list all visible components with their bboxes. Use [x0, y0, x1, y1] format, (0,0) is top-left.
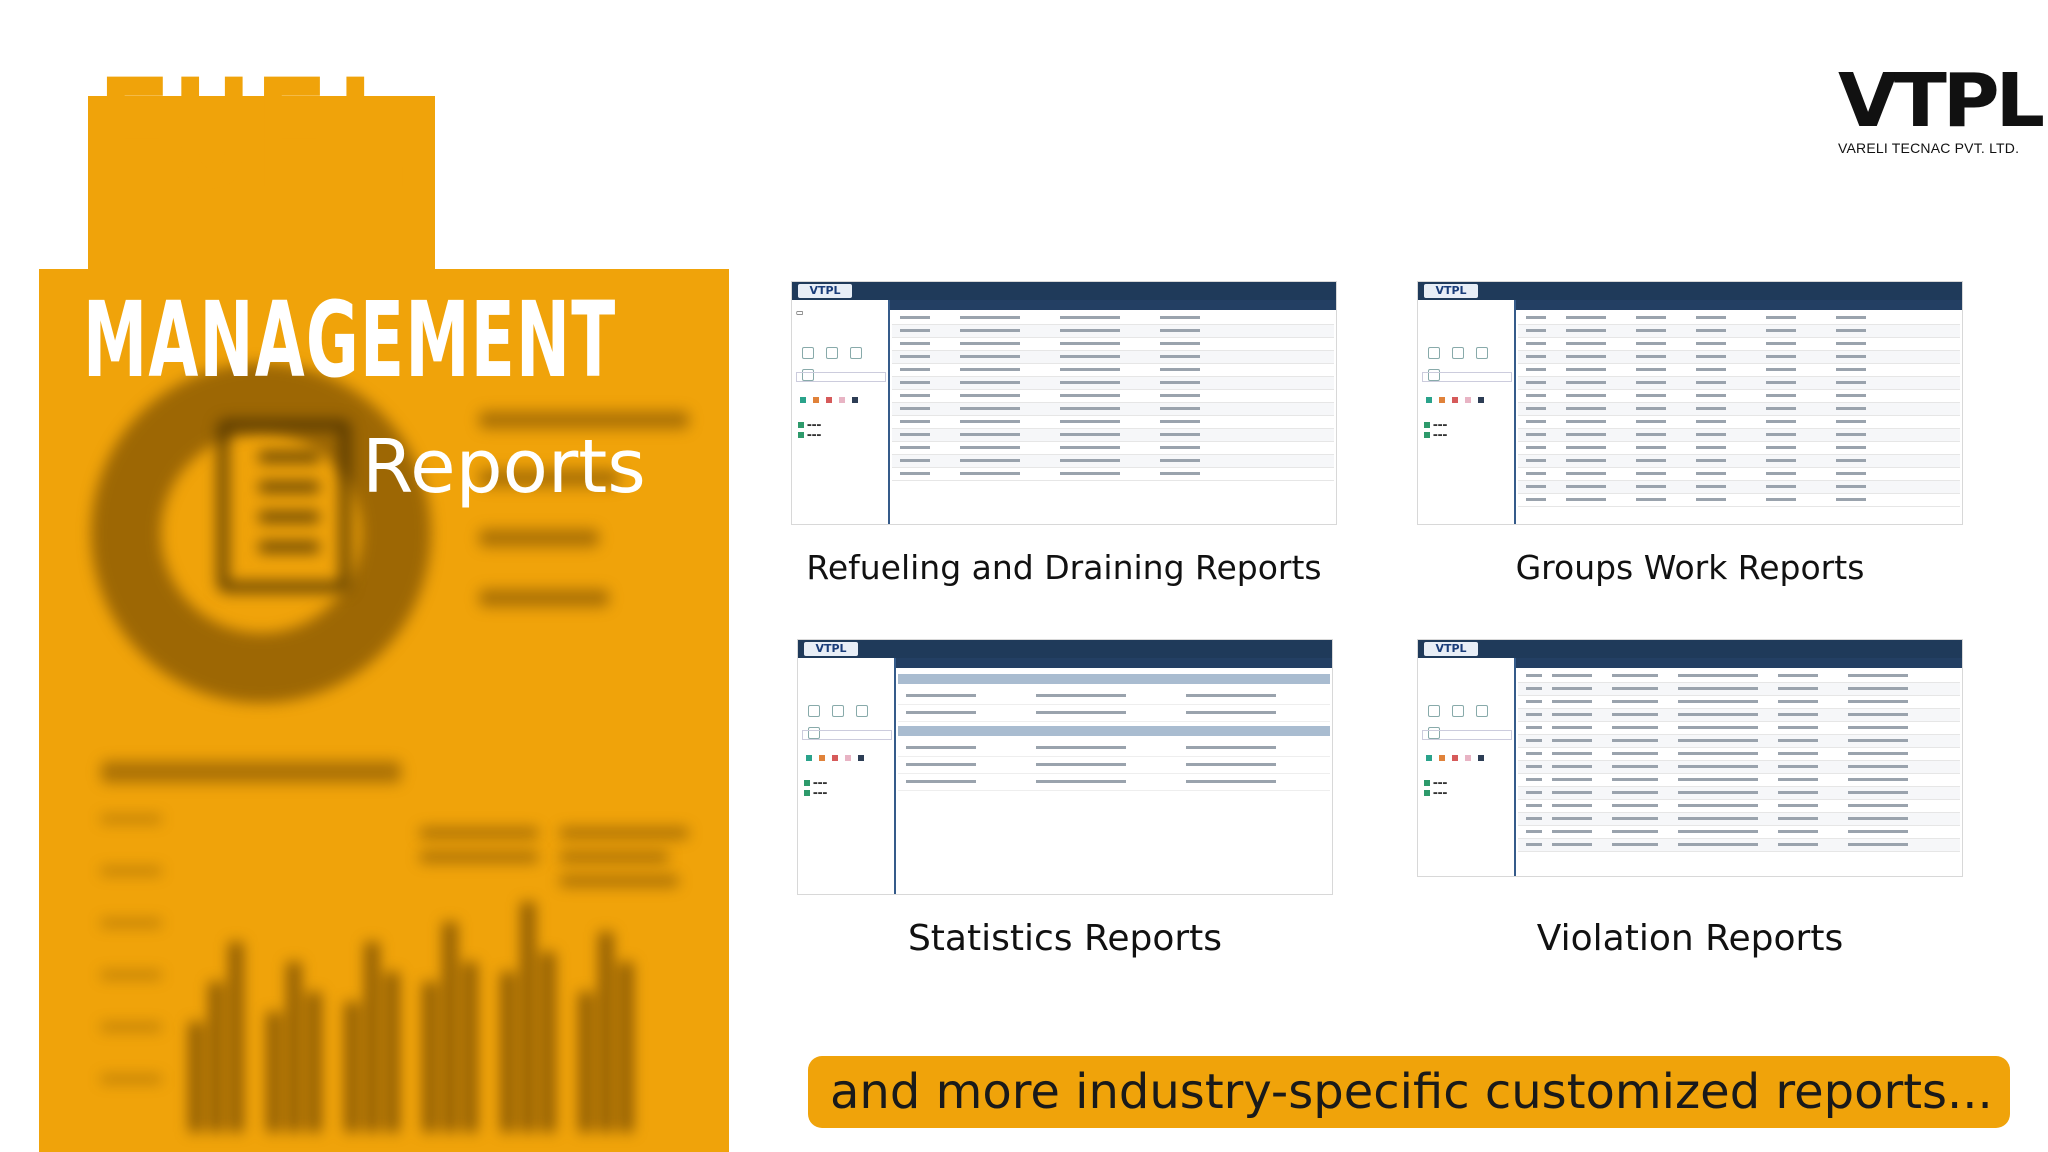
logo-mark: VTPL [1838, 58, 2045, 144]
app-logo-icon: VTPL [1424, 642, 1478, 656]
color-swatches [1426, 746, 1491, 765]
vehicle-checkbox: ▬▬▬ [798, 432, 821, 439]
caption-statistics: Statistics Reports [907, 918, 1223, 959]
report-subheader [1516, 300, 1962, 310]
blurred-axis-tick [101, 1023, 161, 1031]
company-logo: VTPL VARELI TECNAC PVT. LTD. [1838, 64, 2045, 156]
blurred-axis-tick [101, 971, 161, 979]
color-swatches [1426, 388, 1491, 407]
blurred-legend-item [419, 851, 539, 863]
color-swatches [806, 746, 871, 765]
statistics-report-screenshot: VTPL ▬▬▬ ▬▬▬ [798, 640, 1332, 894]
title-fuel: FUEL [96, 48, 412, 222]
vehicle-checkbox: ▬▬▬ [1424, 780, 1447, 787]
blurred-axis-tick [101, 815, 161, 823]
app-header-bar: VTPL [1418, 640, 1962, 658]
blurred-bar-chart [189, 869, 709, 1152]
hero-panel [39, 269, 729, 1152]
app-sidebar: ▬▬▬ ▬▬▬ [798, 658, 896, 894]
sidebar-icons [1422, 702, 1510, 739]
sidebar-icons [802, 702, 890, 739]
report-table [892, 312, 1334, 481]
search-field-icon [1422, 372, 1512, 382]
app-sidebar: ▬▬▬ ▬▬▬ [1418, 300, 1516, 524]
blurred-chart-title [101, 761, 401, 783]
vehicle-checkbox: ▬▬▬ [804, 790, 827, 797]
title-management: MANAGEMENT [83, 279, 617, 401]
clipboard-line [259, 541, 319, 553]
sidebar-icons [1422, 344, 1510, 381]
vehicle-checkbox: ▬▬▬ [1424, 790, 1447, 797]
stats-section-header [898, 726, 1330, 736]
more-reports-text: and more industry-specific customized re… [830, 1064, 1993, 1120]
title-reports: Reports [362, 424, 646, 510]
blurred-legend-item [479, 589, 609, 607]
clipboard-line [259, 481, 319, 493]
search-field-icon [796, 372, 886, 382]
app-logo-icon: VTPL [1424, 284, 1478, 298]
clipboard-line [259, 451, 319, 463]
blurred-axis-tick [101, 1075, 161, 1083]
blurred-legend-item [559, 827, 689, 839]
app-sidebar: ▬▬▬ ▬▬▬ [1418, 658, 1516, 876]
report-table [1518, 670, 1960, 852]
clipboard-line [259, 511, 319, 523]
vehicle-checkbox: ▬▬▬ [1424, 422, 1447, 429]
statistics-table [898, 670, 1330, 791]
search-field-icon [1422, 730, 1512, 740]
app-logo-icon: VTPL [798, 284, 852, 298]
vehicle-checkbox: ▬▬▬ [1424, 432, 1447, 439]
app-header-bar: VTPL [1418, 282, 1962, 300]
sidebar-icons [796, 344, 884, 381]
report-subheader [896, 658, 1332, 668]
blurred-legend-item [559, 851, 669, 863]
app-header-bar: VTPL [792, 282, 1336, 300]
report-subheader [1516, 658, 1962, 668]
report-subheader [890, 300, 1336, 310]
vehicle-checkbox: ▬▬▬ [804, 780, 827, 787]
stats-section-header [898, 674, 1330, 684]
app-sidebar: ▭ ▬▬▬ ▬▬▬ [792, 300, 890, 524]
report-table [1518, 312, 1960, 507]
date-range-icon: ▭ [796, 308, 804, 317]
blurred-axis-tick [101, 867, 161, 875]
clipboard-icon [217, 419, 351, 593]
blurred-legend-item [419, 827, 539, 839]
more-reports-banner: and more industry-specific customized re… [808, 1056, 2010, 1128]
app-logo-icon: VTPL [804, 642, 858, 656]
blurred-legend-item [479, 529, 599, 547]
violation-report-screenshot: VTPL ▬▬▬ ▬▬▬ [1418, 640, 1962, 876]
groups-work-report-screenshot: VTPL ▬▬▬ ▬▬▬ [1418, 282, 1962, 524]
caption-groups-work: Groups Work Reports [1515, 548, 1865, 587]
color-swatches [800, 388, 865, 407]
search-field-icon [802, 730, 892, 740]
vehicle-checkbox: ▬▬▬ [798, 422, 821, 429]
refueling-report-screenshot: VTPL ▭ ▬▬▬ ▬▬▬ [792, 282, 1336, 524]
caption-violation: Violation Reports [1536, 918, 1844, 959]
app-header-bar: VTPL [798, 640, 1332, 658]
caption-refueling: Refueling and Draining Reports [806, 548, 1322, 587]
blurred-axis-tick [101, 919, 161, 927]
